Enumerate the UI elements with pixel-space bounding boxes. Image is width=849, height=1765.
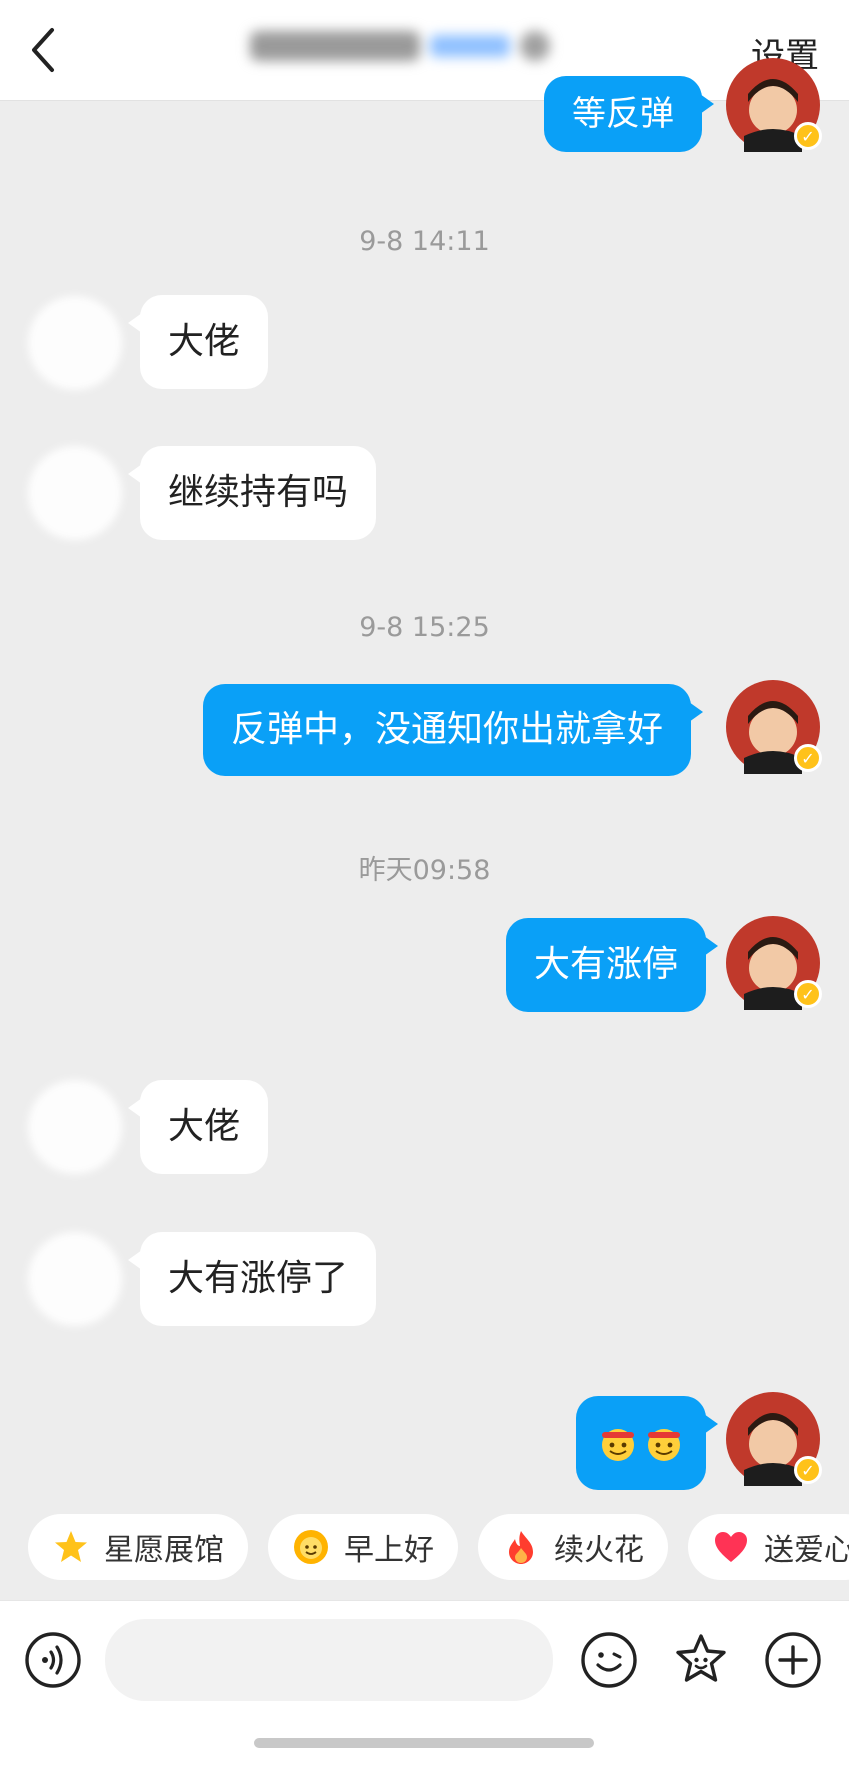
- contact-avatar[interactable]: [28, 446, 122, 540]
- fire-icon: [509, 1531, 533, 1564]
- self-avatar[interactable]: ✓: [726, 58, 822, 152]
- chip-continue-spark[interactable]: 续火花: [478, 1514, 668, 1580]
- home-indicator[interactable]: [254, 1738, 594, 1748]
- chip-star-gallery[interactable]: 星愿展馆: [28, 1514, 248, 1580]
- plus-icon[interactable]: [764, 1631, 822, 1689]
- message-text: 大佬: [168, 321, 241, 363]
- message-text: 大佬: [168, 1106, 241, 1148]
- timestamp: 9-8 15:25: [359, 612, 490, 643]
- verified-badge-icon: ✓: [794, 122, 822, 150]
- timestamp: 9-8 14:11: [359, 226, 490, 257]
- heart-icon: [715, 1532, 747, 1562]
- message-bubble-incoming[interactable]: 继续持有吗: [127, 446, 377, 540]
- grinning-headband-emoji-icon: [648, 1429, 680, 1461]
- sun-face-icon: [294, 1530, 328, 1564]
- message-bubble-outgoing[interactable]: 等反弹: [544, 76, 714, 152]
- timestamp: 昨天09:58: [358, 855, 491, 886]
- chip-label: 星愿展馆: [104, 1533, 224, 1568]
- contact-avatar[interactable]: [28, 296, 122, 390]
- message-input[interactable]: [105, 1619, 553, 1701]
- message-bubble-incoming[interactable]: 大有涨停了: [127, 1232, 377, 1326]
- message-bubble-outgoing[interactable]: 大有涨停: [506, 918, 719, 1012]
- voice-icon[interactable]: [24, 1631, 82, 1689]
- chip-send-love[interactable]: 送爱心: [688, 1514, 849, 1580]
- message-text: 大有涨停了: [168, 1258, 349, 1300]
- quick-actions-bar: 星愿展馆 早上好 续火花 送爱心: [0, 1514, 849, 1582]
- self-avatar[interactable]: ✓: [726, 680, 822, 774]
- chip-label: 早上好: [344, 1533, 434, 1568]
- message-bubble-incoming[interactable]: 大佬: [127, 295, 269, 389]
- message-text: 等反弹: [572, 93, 674, 134]
- chip-label: 续火花: [554, 1533, 644, 1568]
- chip-good-morning[interactable]: 早上好: [268, 1514, 458, 1580]
- self-avatar[interactable]: ✓: [726, 916, 822, 1010]
- sticker-star-icon[interactable]: [672, 1631, 730, 1689]
- message-bubble-outgoing[interactable]: 反弹中，没通知你出就拿好: [203, 684, 704, 776]
- contact-avatar[interactable]: [28, 1232, 122, 1326]
- grinning-headband-emoji-icon: [602, 1429, 634, 1461]
- message-bubble-outgoing[interactable]: [576, 1396, 718, 1490]
- emoji-icon[interactable]: [580, 1631, 638, 1689]
- verified-badge-icon: ✓: [794, 980, 822, 1008]
- self-avatar[interactable]: ✓: [726, 1392, 822, 1486]
- message-bubble-incoming[interactable]: 大佬: [127, 1080, 269, 1174]
- verified-badge-icon: ✓: [794, 1456, 822, 1484]
- star-icon: [55, 1531, 87, 1562]
- chevron-left-icon[interactable]: [22, 20, 72, 80]
- contact-avatar[interactable]: [28, 1080, 122, 1174]
- chat-header: 设置: [0, 0, 849, 101]
- message-text: 大有涨停: [534, 944, 679, 986]
- verified-badge-icon: ✓: [794, 744, 822, 772]
- message-text: 反弹中，没通知你出就拿好: [231, 709, 664, 751]
- chip-label: 送爱心: [764, 1533, 849, 1568]
- contact-name-redacted: [250, 26, 580, 66]
- message-text: 继续持有吗: [168, 472, 349, 514]
